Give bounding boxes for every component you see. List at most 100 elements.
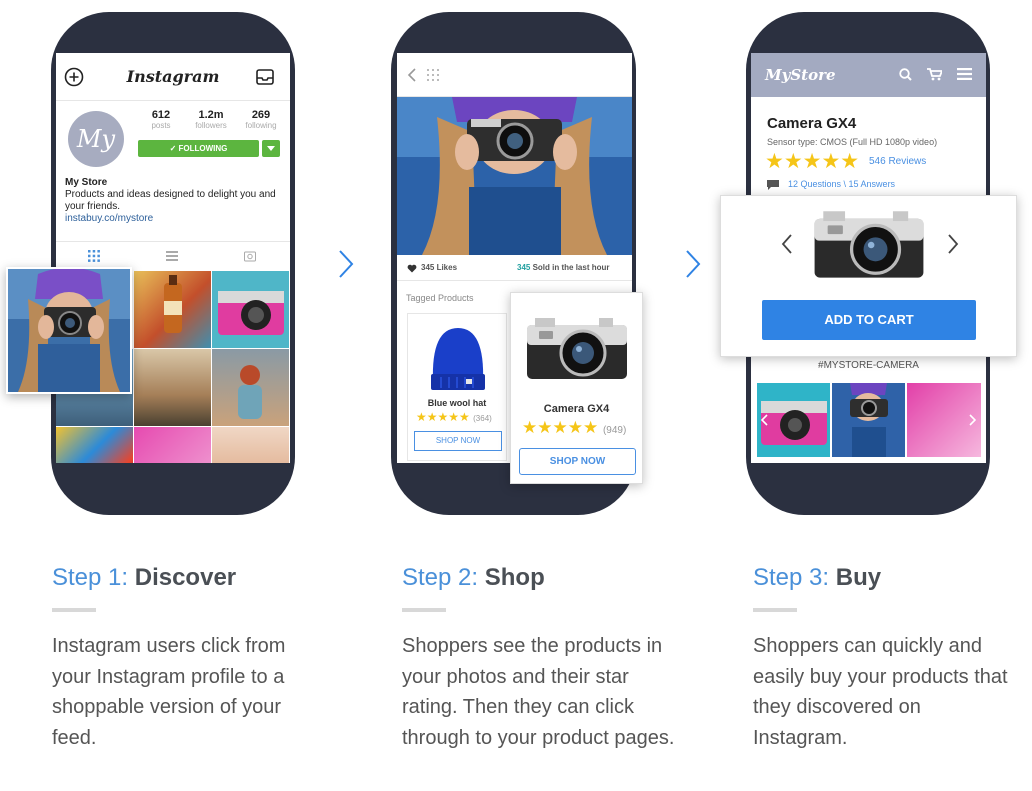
grid-photo[interactable] [212, 271, 289, 348]
add-to-cart-panel: ADD TO CART [720, 195, 1017, 357]
chevron-right-icon[interactable] [947, 234, 959, 254]
comment-icon [767, 180, 779, 190]
follow-dropdown-button[interactable] [262, 140, 280, 157]
bio-link[interactable]: instabuy.co/mystore [65, 213, 280, 225]
camera-image [527, 318, 627, 379]
back-icon[interactable] [407, 68, 417, 82]
stat-value: 1.2m [198, 109, 224, 121]
grid-photo[interactable] [134, 349, 211, 426]
store-header: MyStore [751, 53, 986, 97]
grid-photo[interactable] [134, 427, 211, 463]
grid-photo[interactable] [212, 349, 289, 426]
step-name: Discover [134, 564, 237, 591]
step-name: Shop [484, 564, 545, 591]
sold-count: 345 [517, 263, 531, 272]
sold-text: Sold in the last hour [530, 263, 610, 272]
stat-label: posts [151, 121, 171, 130]
stat-value: 612 [151, 109, 171, 121]
reviews-link[interactable]: 546 Reviews [869, 156, 926, 167]
grid-icon[interactable] [427, 69, 439, 81]
product-spec: Sensor type: CMOS (Full HD 1080p video) [767, 137, 938, 147]
grid-photo[interactable] [56, 427, 133, 463]
featured-photo-thumbnail[interactable] [6, 267, 132, 394]
profile-view-tabs [56, 241, 290, 269]
step-description: Shoppers see the products in your photos… [402, 635, 675, 749]
step-name: Buy [835, 564, 882, 591]
chevron-left-icon[interactable] [781, 234, 793, 254]
chevron-right-icon[interactable] [968, 414, 976, 426]
product-name: Blue wool hat [427, 398, 487, 408]
stat-value: 269 [251, 109, 271, 121]
stat-following[interactable]: 269 following [236, 109, 286, 130]
add-to-cart-button[interactable]: ADD TO CART [762, 300, 976, 340]
step-title: Step 3: Buy [753, 562, 1032, 594]
divider [753, 608, 797, 612]
star-rating: ★★★★★ [416, 410, 470, 424]
product-card-camera[interactable]: Camera GX4 ★★★★★ (949) SHOP NOW [510, 292, 643, 484]
menu-icon[interactable] [957, 68, 972, 80]
step-discover: Step 1: Discover Instagram users click f… [52, 562, 342, 753]
step-title: Step 1: Discover [52, 562, 342, 594]
profile-name: My Store [65, 177, 108, 188]
step-shop: Step 2: Shop Shoppers see the products i… [402, 562, 692, 753]
step-title: Step 2: Shop [402, 562, 692, 594]
tab-list[interactable] [134, 242, 212, 269]
divider [52, 608, 96, 612]
rating-row: ★★★★★ 546 Reviews [765, 149, 926, 174]
camera-image [814, 211, 924, 278]
list-icon [166, 251, 178, 261]
post-stats-row: 345 Likes 345 Sold in the last hour [397, 255, 632, 281]
rating-row: ★★★★★ (949) [522, 418, 626, 438]
questions-link[interactable]: 12 Questions \ 15 Answers [788, 179, 895, 189]
instagram-profile-screen: Instagram My 612 posts 1.2m followers 26… [56, 53, 290, 463]
step-description: Instagram users click from your Instagra… [52, 635, 286, 749]
following-button[interactable]: ✓ FOLLOWING [138, 140, 259, 157]
stat-followers[interactable]: 1.2m followers [186, 109, 236, 130]
woman-with-camera-photo [850, 383, 888, 457]
stat-label: following [245, 121, 277, 130]
post-header [397, 53, 632, 97]
hashtag-gallery [757, 383, 981, 457]
post-photo [397, 97, 632, 255]
profile-bio: My Store Products and ideas designed to … [65, 177, 280, 225]
bio-text: Products and ideas designed to delight y… [65, 189, 276, 212]
grid-photo[interactable] [134, 271, 211, 348]
bottle-illustration [164, 275, 182, 333]
stat-label: followers [195, 121, 227, 130]
grid-icon [88, 250, 100, 262]
profile-stats: 612 posts 1.2m followers 269 following [136, 109, 286, 130]
shop-now-button[interactable]: SHOP NOW [519, 448, 636, 475]
phone-mockup-discover: Instagram My 612 posts 1.2m followers 26… [51, 12, 295, 515]
star-rating: ★★★★★ [765, 150, 860, 173]
inbox-icon[interactable] [256, 69, 274, 85]
likes-count: 345 Likes [421, 263, 458, 272]
gallery-photo[interactable] [832, 383, 905, 457]
store-logo[interactable]: MyStore [765, 66, 836, 84]
heart-icon[interactable] [407, 264, 417, 273]
cart-icon[interactable] [927, 68, 942, 81]
tagged-products-label: Tagged Products [406, 293, 474, 303]
camera-icon [244, 251, 256, 262]
product-name: Camera GX4 [543, 403, 610, 415]
review-count: (949) [602, 425, 627, 436]
rating-row: ★★★★★ (364) [416, 410, 492, 424]
shop-now-button[interactable]: SHOP NOW [414, 431, 502, 451]
hashtag-label: #MYSTORE-CAMERA [818, 360, 919, 371]
tab-grid[interactable] [56, 242, 134, 269]
woman-with-camera-photo [8, 269, 130, 392]
grid-photo[interactable] [212, 427, 289, 463]
search-icon[interactable] [899, 68, 912, 81]
chevron-left-icon[interactable] [761, 414, 769, 426]
avatar[interactable]: My [68, 111, 124, 167]
step-label: Step 3: [753, 564, 836, 591]
star-rating: ★★★★★ [522, 418, 599, 437]
product-card-hat[interactable]: Blue wool hat ★★★★★ (364) SHOP NOW [407, 313, 507, 461]
person-illustration [238, 365, 262, 419]
step-label: Step 2: [402, 564, 485, 591]
chevron-right-icon [339, 250, 354, 278]
instagram-logo: Instagram [126, 67, 220, 86]
step-description: Shoppers can quickly and easily buy your… [753, 635, 1008, 749]
sold-stat: 345 Sold in the last hour [517, 263, 609, 272]
stat-posts: 612 posts [136, 109, 186, 130]
tab-tagged[interactable] [212, 242, 290, 269]
